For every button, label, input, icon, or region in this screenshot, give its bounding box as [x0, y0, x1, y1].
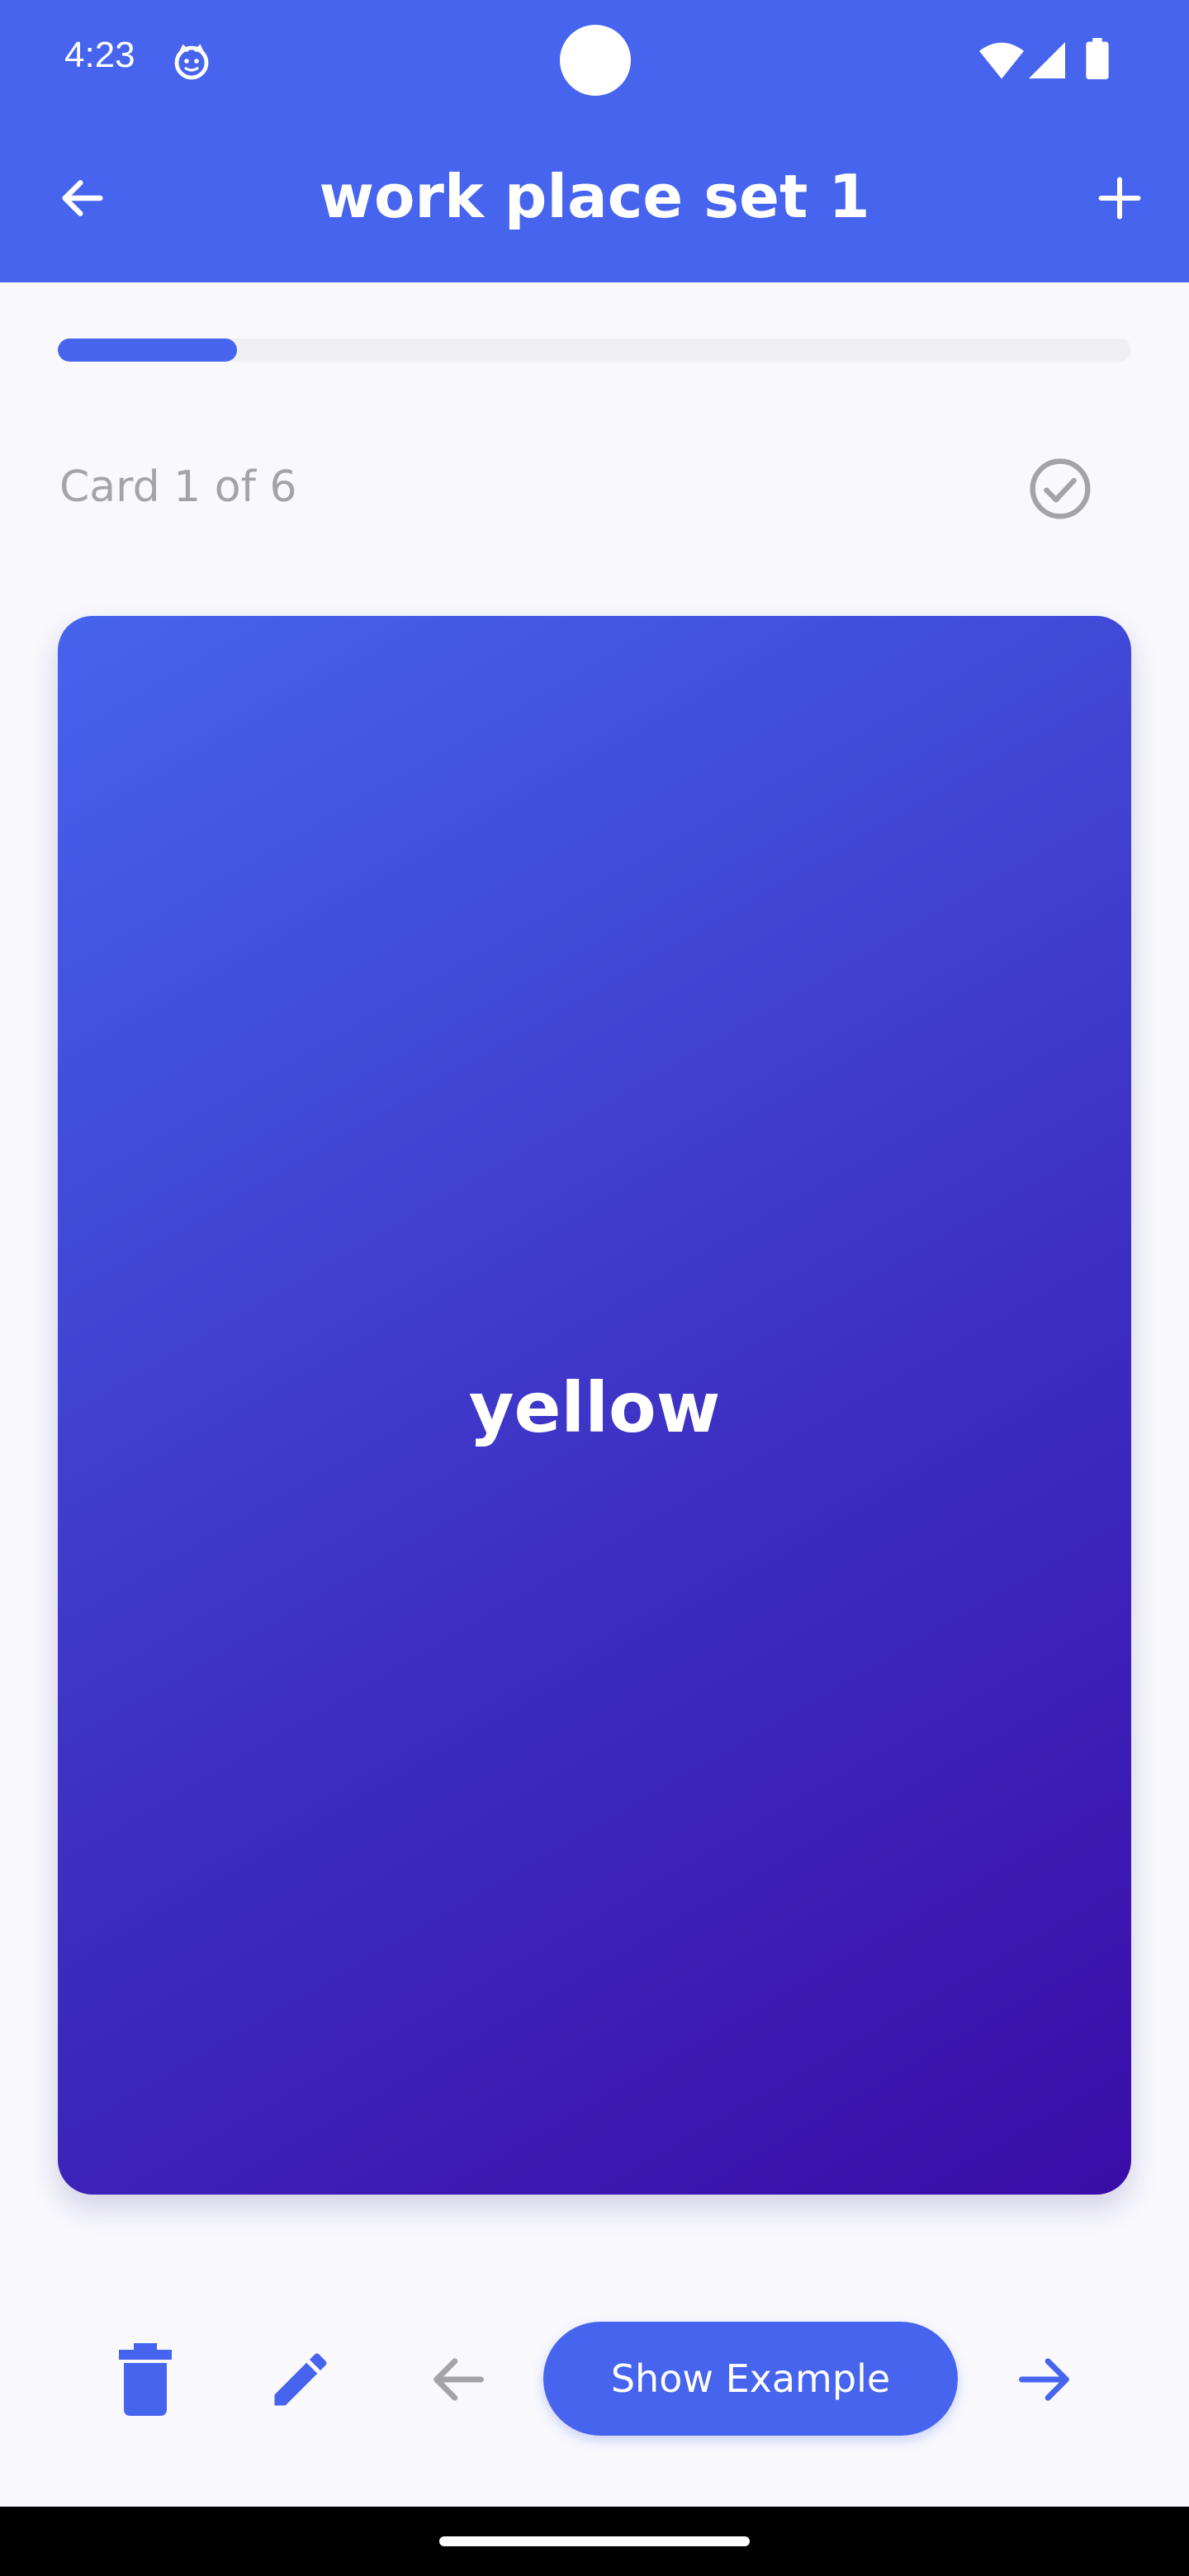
show-example-button[interactable]: Show Example	[543, 2322, 958, 2436]
app-bar: work place set 1	[0, 122, 1189, 282]
battery-icon	[1086, 38, 1109, 79]
delete-button[interactable]	[104, 2338, 187, 2421]
page-title: work place set 1	[319, 162, 870, 231]
status-time: 4:23	[64, 35, 135, 75]
edit-button[interactable]	[259, 2338, 342, 2421]
arrow-left-icon	[433, 2358, 484, 2401]
wifi-icon	[979, 42, 1024, 79]
pencil-icon	[274, 2353, 327, 2406]
home-indicator[interactable]	[439, 2536, 750, 2546]
check-circle-icon[interactable]	[1027, 456, 1093, 522]
trash-icon	[119, 2343, 172, 2416]
camera-cutout	[560, 25, 631, 96]
cat-face-icon	[174, 44, 209, 80]
arrow-left-icon	[62, 180, 103, 216]
back-button[interactable]	[50, 165, 116, 231]
progress-fill	[58, 339, 237, 362]
status-bar: 4:23	[0, 0, 1189, 122]
add-card-button[interactable]	[1087, 165, 1153, 231]
arrow-right-icon	[1019, 2358, 1069, 2401]
signal-icon	[1029, 42, 1065, 78]
progress-bar	[58, 339, 1131, 362]
card-counter: Card 1 of 6	[59, 462, 297, 512]
previous-card-button[interactable]	[416, 2338, 499, 2421]
plus-icon	[1098, 177, 1141, 220]
card-word: yellow	[468, 1367, 721, 1448]
flashcard[interactable]: yellow	[58, 616, 1131, 2195]
next-card-button[interactable]	[1004, 2338, 1087, 2421]
system-nav-bar	[0, 2507, 1189, 2576]
